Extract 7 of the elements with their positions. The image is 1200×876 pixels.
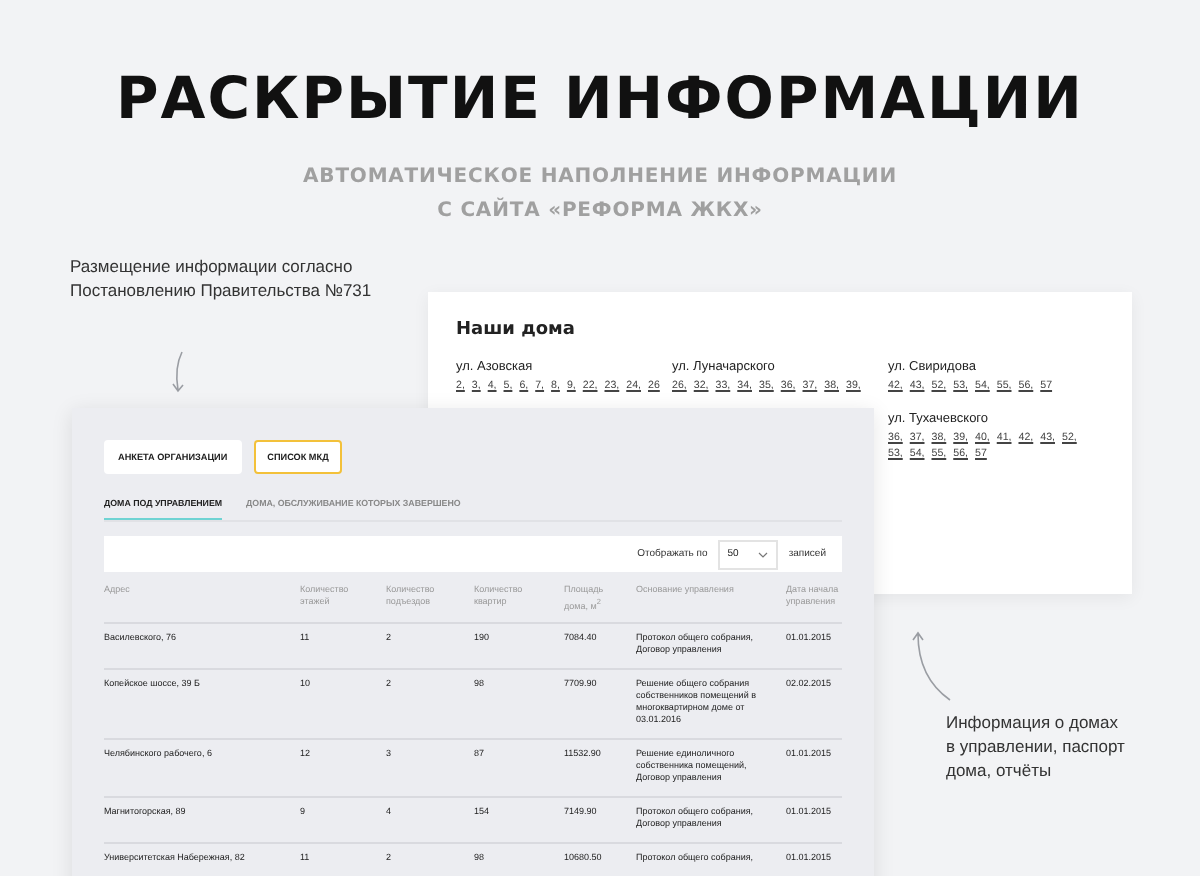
chevron-down-icon xyxy=(758,551,769,557)
annotation-text: Размещение информации согласно Постановлению Правительства №731 xyxy=(70,254,372,302)
page-subtitle: АВТОМАТИЧЕСКОЕ НАПОЛНЕНИЕ ИНФОРМАЦИИ С САЙТА «РЕФОРМА ЖКХ» xyxy=(303,164,897,226)
arrow-icon xyxy=(910,630,954,702)
card-title: Наши дома xyxy=(456,320,577,340)
annotation-text: Информация о домах в управлении, паспорт дома, отчёты xyxy=(946,710,1125,782)
page-title: РАСКРЫТИЕ ИНФОРМАЦИИ xyxy=(116,64,1084,132)
